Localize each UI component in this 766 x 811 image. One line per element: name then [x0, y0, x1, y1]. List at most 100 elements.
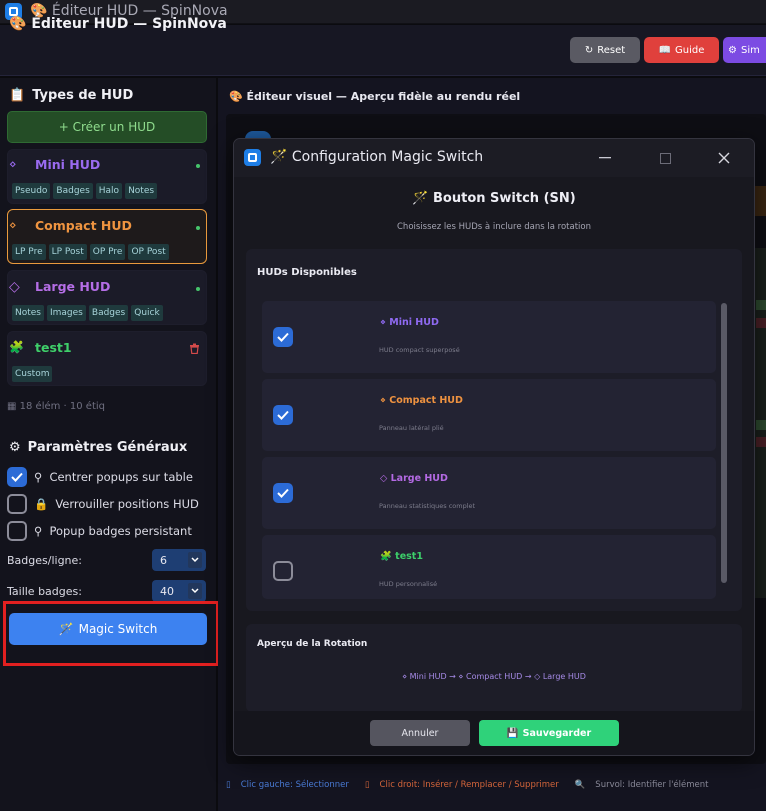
- mouse-icon: ▯: [364, 780, 370, 790]
- reset-button[interactable]: ↻ Reset: [570, 37, 640, 63]
- hud-option-name: 🧩 test1: [380, 551, 423, 562]
- tag: Badges: [88, 305, 129, 321]
- mouse-icon: ▯: [226, 780, 231, 790]
- editor-title: 🎨 Éditeur visuel — Aperçu fidèle au rend…: [229, 90, 521, 103]
- dialog-title: 🪄 Configuration Magic Switch: [270, 149, 484, 165]
- tag: Badges: [53, 183, 93, 199]
- hud-option-desc: HUD compact superposé: [379, 346, 460, 354]
- canvas-hud-cell: [756, 437, 766, 447]
- refresh-icon: ↻: [584, 44, 594, 56]
- palette-icon: 🎨: [9, 16, 27, 32]
- tag: OP Pre: [89, 244, 126, 260]
- diamond-icon: ⋄: [380, 317, 386, 328]
- center-popups-checkbox[interactable]: [7, 467, 27, 487]
- dialog-subtitle: Choisissez les HUDs à inclure dans la ro…: [397, 222, 591, 232]
- palette-icon: 🎨: [229, 90, 243, 103]
- center-popups-row[interactable]: ⚲ Centrer popups sur table: [7, 467, 193, 487]
- create-hud-button[interactable]: + Créer un HUD: [7, 111, 207, 143]
- hud-option-mini[interactable]: ⋄ Mini HUD HUD compact superposé: [262, 301, 716, 373]
- minimize-button[interactable]: [593, 148, 617, 168]
- hud-option-name: ◇ Large HUD: [380, 473, 448, 484]
- puzzle-icon: 🧩: [380, 551, 392, 562]
- canvas-hud-panel: [754, 186, 766, 216]
- diamond-outline-icon: ◇: [380, 473, 388, 484]
- chevron-down-icon: [188, 583, 202, 599]
- tag: Notes: [12, 305, 44, 321]
- guide-button[interactable]: 📖 Guide: [644, 37, 719, 63]
- chart-icon: ▦: [7, 401, 17, 412]
- tag: Quick: [131, 305, 163, 321]
- save-icon: 💾: [506, 727, 519, 739]
- hud-card-title: test1: [35, 340, 72, 355]
- tag: OP Post: [128, 244, 169, 260]
- tag: Custom: [12, 366, 53, 382]
- hud-card-title: Large HUD: [35, 279, 111, 294]
- simulate-button[interactable]: ⚙ Sim: [723, 37, 766, 63]
- tag: Notes: [125, 183, 158, 199]
- large-hud-checkbox[interactable]: [273, 483, 293, 503]
- hud-option-name: ⋄ Mini HUD: [380, 317, 439, 328]
- lock-icon: 🔒: [34, 497, 49, 511]
- pushpin-icon: ⚲: [34, 524, 43, 538]
- highlight-box: [3, 601, 219, 666]
- magic-wand-icon: 🪄: [412, 191, 429, 206]
- rotation-preview-panel: [246, 624, 742, 712]
- diamond-icon: ⋄: [380, 395, 386, 406]
- lock-positions-row[interactable]: 🔒 Verrouiller positions HUD: [7, 494, 199, 514]
- list-icon: 📋: [9, 88, 26, 103]
- delete-icon[interactable]: [189, 343, 200, 354]
- hud-option-name: ⋄ Compact HUD: [380, 395, 463, 406]
- hud-card-title: Compact HUD: [35, 218, 132, 233]
- hud-option-desc: Panneau latéral plié: [379, 424, 444, 432]
- tag-list: LP Pre LP Post OP Pre OP Post: [12, 244, 169, 260]
- canvas-hud-cell: [756, 420, 766, 430]
- persistent-popup-checkbox[interactable]: [7, 521, 27, 541]
- hud-option-compact[interactable]: ⋄ Compact HUD Panneau latéral plié: [262, 379, 716, 451]
- hud-option-large[interactable]: ◇ Large HUD Panneau statistiques complet: [262, 457, 716, 529]
- cancel-button[interactable]: Annuler: [370, 720, 470, 746]
- stats-text: ▦ 18 élém · 10 étiq: [7, 401, 106, 412]
- close-button[interactable]: [712, 148, 736, 168]
- tag-list: Pseudo Badges Halo Notes: [12, 183, 158, 199]
- tag: Images: [47, 305, 86, 321]
- save-button[interactable]: 💾 Sauvegarder: [479, 720, 619, 746]
- hud-option-desc: HUD personnalisé: [379, 580, 438, 588]
- hud-card-title: Mini HUD: [35, 157, 101, 172]
- canvas-hud-cell: [756, 300, 766, 310]
- tag-list: Notes Images Badges Quick: [12, 305, 163, 321]
- chevron-down-icon: [188, 552, 202, 568]
- status-dot: [196, 164, 200, 168]
- tag: Halo: [95, 183, 123, 199]
- rotation-sequence: ⋄ Mini HUD → ⋄ Compact HUD → ◇ Large HUD: [402, 672, 586, 681]
- editor-footer-hints: ▯ Clic gauche: Sélectionner ▯ Clic droit…: [226, 780, 709, 790]
- diamond-icon: ⋄: [9, 218, 17, 232]
- badge-size-label: Taille badges:: [7, 585, 82, 598]
- app-title: 🎨 Éditeur HUD — SpinNova: [9, 16, 227, 32]
- lock-positions-checkbox[interactable]: [7, 494, 27, 514]
- tag: Pseudo: [12, 183, 51, 199]
- maximize-button[interactable]: [653, 148, 677, 168]
- magic-switch-dialog: 🪄 Configuration Magic Switch 🪄 Bouton Sw…: [233, 138, 755, 756]
- general-settings-heading: ⚙ Paramètres Généraux: [9, 440, 188, 455]
- diamond-outline-icon: ◇: [9, 279, 20, 295]
- dialog-heading: 🪄 Bouton Switch (SN): [412, 191, 576, 206]
- badges-per-line-label: Badges/ligne:: [7, 554, 82, 567]
- magnifier-icon: 🔍: [574, 780, 586, 790]
- mini-hud-checkbox[interactable]: [273, 327, 293, 347]
- sim-icon: ⚙: [728, 44, 737, 56]
- status-dot: [196, 287, 200, 291]
- rotation-preview-title: Aperçu de la Rotation: [257, 639, 368, 649]
- test1-checkbox[interactable]: [273, 561, 293, 581]
- book-icon: 📖: [658, 44, 672, 56]
- diamond-icon: ⋄: [9, 157, 17, 171]
- badges-per-line-select[interactable]: 6: [152, 549, 206, 571]
- compact-hud-checkbox[interactable]: [273, 405, 293, 425]
- hud-option-test1[interactable]: 🧩 test1 HUD personnalisé: [262, 535, 716, 599]
- badge-size-select[interactable]: 40: [152, 580, 206, 602]
- scrollbar-thumb[interactable]: [721, 303, 727, 583]
- gear-icon: ⚙: [9, 440, 21, 455]
- puzzle-icon: 🧩: [9, 340, 24, 354]
- magic-wand-icon: 🪄: [270, 149, 288, 165]
- app-icon: [244, 149, 261, 166]
- persistent-popup-row[interactable]: ⚲ Popup badges persistant: [7, 521, 192, 541]
